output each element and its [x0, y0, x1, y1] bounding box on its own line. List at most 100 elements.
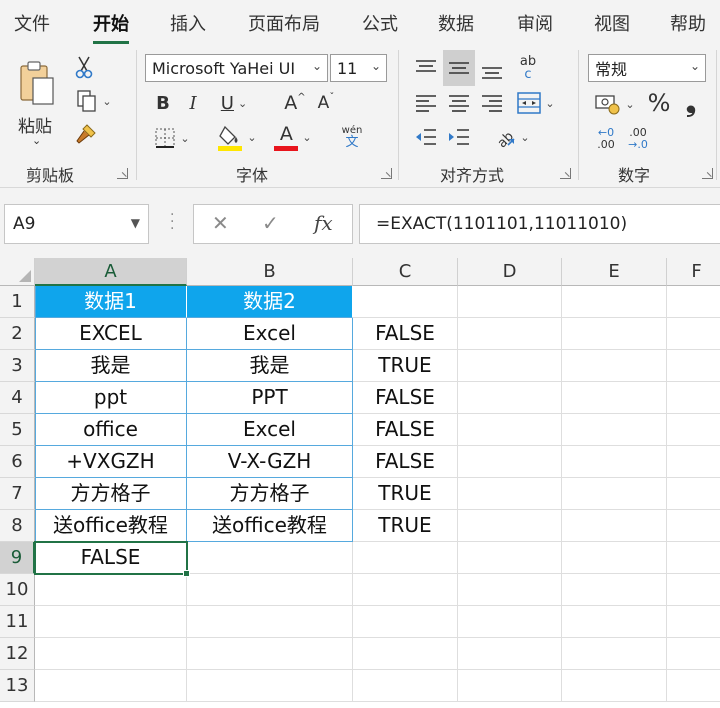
align-left-button[interactable] — [412, 90, 440, 116]
cell-e8[interactable] — [562, 510, 667, 542]
phonetic-guide-button[interactable]: wén 文 — [334, 122, 370, 152]
cell-f13[interactable] — [667, 670, 720, 702]
cell-c11[interactable] — [353, 606, 458, 638]
cell-d6[interactable] — [458, 446, 562, 478]
cell-b10[interactable] — [187, 574, 353, 606]
cell-e12[interactable] — [562, 638, 667, 670]
column-header-f[interactable]: F — [667, 258, 720, 286]
wrap-text-button[interactable]: ab c — [514, 52, 542, 84]
cell-b13[interactable] — [187, 670, 353, 702]
cell-b12[interactable] — [187, 638, 353, 670]
cell-f4[interactable] — [667, 382, 720, 414]
cell-f6[interactable] — [667, 446, 720, 478]
cell-b3[interactable]: 我是 — [187, 350, 353, 382]
cell-f5[interactable] — [667, 414, 720, 446]
cell-a13[interactable] — [35, 670, 187, 702]
column-header-c[interactable]: C — [353, 258, 458, 286]
cell-d2[interactable] — [458, 318, 562, 350]
cell-d8[interactable] — [458, 510, 562, 542]
decrease-indent-button[interactable] — [412, 124, 440, 150]
tab-help[interactable]: 帮助 — [670, 10, 706, 36]
column-header-b[interactable]: B — [187, 258, 353, 286]
tab-page-layout[interactable]: 页面布局 — [248, 10, 320, 36]
font-size-select[interactable]: 11 ⌄ — [330, 54, 387, 82]
row-header-3[interactable]: 3 — [0, 350, 35, 382]
row-header-8[interactable]: 8 — [0, 510, 35, 542]
cell-d4[interactable] — [458, 382, 562, 414]
cell-f12[interactable] — [667, 638, 720, 670]
cell-c10[interactable] — [353, 574, 458, 606]
cell-c4[interactable]: FALSE — [353, 382, 458, 414]
format-painter-button[interactable] — [72, 122, 98, 148]
row-header-12[interactable]: 12 — [0, 638, 35, 670]
column-header-a[interactable]: A — [35, 258, 187, 286]
cell-f2[interactable] — [667, 318, 720, 350]
row-header-4[interactable]: 4 — [0, 382, 35, 414]
cell-d12[interactable] — [458, 638, 562, 670]
number-launcher-icon[interactable] — [702, 168, 713, 179]
number-format-select[interactable]: 常规 ⌄ — [588, 54, 706, 82]
select-all-button[interactable] — [0, 258, 35, 286]
increase-decimal-button[interactable]: ←0 .00 — [592, 124, 620, 154]
cell-c13[interactable] — [353, 670, 458, 702]
bold-button[interactable]: B — [152, 90, 174, 116]
align-bottom-button[interactable] — [478, 56, 506, 84]
align-right-button[interactable] — [478, 90, 506, 116]
cell-c12[interactable] — [353, 638, 458, 670]
cell-b1[interactable]: 数据2 — [187, 286, 353, 318]
row-header-5[interactable]: 5 — [0, 414, 35, 446]
cell-d13[interactable] — [458, 670, 562, 702]
tab-data[interactable]: 数据 — [438, 10, 474, 36]
cell-a1[interactable]: 数据1 — [35, 286, 187, 318]
cell-c1[interactable] — [353, 286, 458, 318]
accounting-format-button[interactable]: ⌄ — [590, 90, 640, 118]
row-header-9[interactable]: 9 — [0, 542, 35, 574]
cell-a10[interactable] — [35, 574, 187, 606]
cell-e3[interactable] — [562, 350, 667, 382]
cell-a9[interactable]: FALSE — [35, 542, 187, 574]
cell-e1[interactable] — [562, 286, 667, 318]
cell-b2[interactable]: Excel — [187, 318, 353, 350]
cell-c5[interactable]: FALSE — [353, 414, 458, 446]
cell-c2[interactable]: FALSE — [353, 318, 458, 350]
cell-e6[interactable] — [562, 446, 667, 478]
cell-b5[interactable]: Excel — [187, 414, 353, 446]
cancel-entry-button[interactable]: ✕ — [212, 211, 229, 235]
cell-a8[interactable]: 送office教程 — [35, 510, 187, 542]
cell-a3[interactable]: 我是 — [35, 350, 187, 382]
cell-d5[interactable] — [458, 414, 562, 446]
copy-button[interactable]: ⌄ — [70, 88, 118, 114]
clipboard-launcher-icon[interactable] — [117, 168, 128, 179]
fill-handle[interactable] — [183, 570, 190, 577]
cell-f1[interactable] — [667, 286, 720, 318]
confirm-entry-button[interactable]: ✓ — [262, 211, 279, 235]
cell-c7[interactable]: TRUE — [353, 478, 458, 510]
cell-f7[interactable] — [667, 478, 720, 510]
cell-a2[interactable]: EXCEL — [35, 318, 187, 350]
font-family-select[interactable]: Microsoft YaHei UI ⌄ — [145, 54, 328, 82]
cell-e5[interactable] — [562, 414, 667, 446]
name-box[interactable]: A9 ▼ — [4, 204, 149, 244]
cell-e10[interactable] — [562, 574, 667, 606]
cut-button[interactable] — [72, 54, 96, 80]
fill-color-button[interactable]: ⌄ — [212, 122, 262, 152]
alignment-launcher-icon[interactable] — [560, 168, 571, 179]
cell-d3[interactable] — [458, 350, 562, 382]
row-header-1[interactable]: 1 — [0, 286, 35, 318]
cell-a6[interactable]: +VXGZH — [35, 446, 187, 478]
row-header-11[interactable]: 11 — [0, 606, 35, 638]
cell-f11[interactable] — [667, 606, 720, 638]
cell-b4[interactable]: PPT — [187, 382, 353, 414]
cell-f3[interactable] — [667, 350, 720, 382]
tab-home[interactable]: 开始 — [93, 10, 129, 44]
cell-a7[interactable]: 方方格子 — [35, 478, 187, 510]
row-header-7[interactable]: 7 — [0, 478, 35, 510]
align-top-button[interactable] — [412, 54, 440, 82]
increase-indent-button[interactable] — [445, 124, 473, 150]
cell-d10[interactable] — [458, 574, 562, 606]
cell-a5[interactable]: office — [35, 414, 187, 446]
row-header-6[interactable]: 6 — [0, 446, 35, 478]
cell-f8[interactable] — [667, 510, 720, 542]
tab-view[interactable]: 视图 — [594, 10, 630, 36]
tab-insert[interactable]: 插入 — [170, 10, 206, 36]
